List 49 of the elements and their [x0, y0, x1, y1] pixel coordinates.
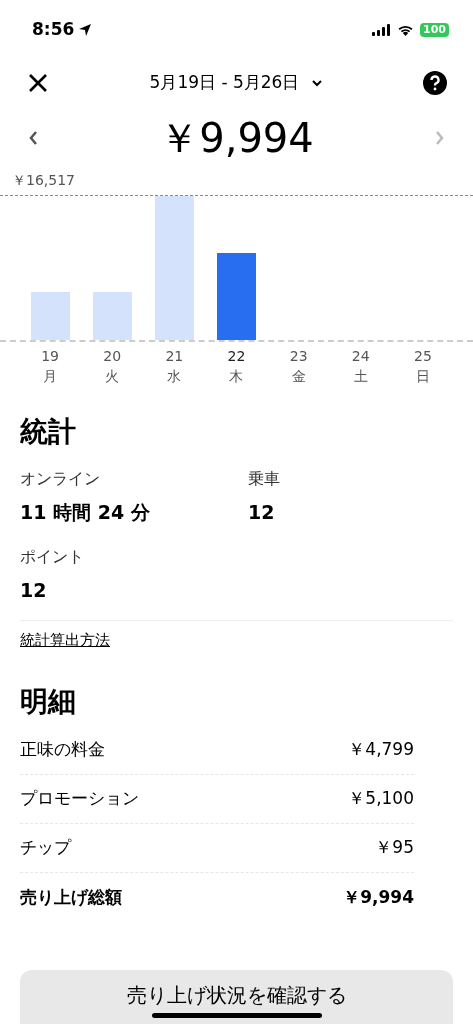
total-amount: ￥9,994 [159, 118, 314, 158]
weekday-label: 日 [415, 367, 430, 386]
weekday-label: 木 [229, 367, 244, 386]
day-number: 22 [227, 347, 246, 366]
weekday-label: 水 [167, 367, 182, 386]
day-number: 21 [165, 347, 184, 366]
day-number: 19 [41, 347, 59, 366]
weekday-label: 土 [353, 367, 368, 386]
next-button[interactable] [435, 130, 445, 146]
weekday-label: 月 [43, 367, 58, 386]
chart-bar[interactable] [92, 292, 132, 340]
stat-label: オンライン [20, 468, 101, 490]
stat-label: ポイント [20, 546, 85, 568]
breakdown-amount: ￥5,100 [348, 787, 414, 811]
date-range-selector[interactable]: 5月19日 - 5月26日 [149, 70, 324, 96]
chart-bar[interactable] [30, 292, 70, 340]
day-number: 20 [103, 347, 122, 366]
breakdown-label: プロモーション [20, 787, 139, 811]
stat-label: 乗車 [248, 468, 281, 490]
breakdown-amount: ￥9,994 [343, 885, 414, 909]
day-number: 24 [351, 347, 370, 366]
breakdown-amount: ￥95 [375, 836, 414, 860]
view-earnings-button[interactable]: 売り上げ状況を確認する [20, 970, 453, 1024]
breakdown-label: 売り上げ総額 [20, 885, 122, 909]
max-earnings-label: ￥16,517 [11, 171, 76, 190]
stat-value: 12 [248, 500, 276, 524]
battery-indicator: 100 [420, 23, 449, 37]
section-title: 統計 [20, 414, 77, 450]
question-mark-icon [429, 75, 441, 91]
wifi-icon [397, 24, 415, 36]
breakdown-label: 正味の料金 [20, 738, 105, 762]
chevron-down-icon [311, 79, 324, 87]
breakdown-label: チップ [20, 836, 71, 860]
chart-bar[interactable] [154, 196, 194, 340]
day-number: 25 [414, 347, 432, 366]
status-time: 8:56 [32, 18, 75, 42]
signal-icon [372, 24, 392, 36]
previous-button[interactable] [28, 130, 38, 146]
location-arrow-icon [78, 23, 93, 37]
stats-method-link[interactable]: 統計算出方法 [20, 629, 110, 652]
help-button[interactable] [423, 71, 447, 95]
breakdown-amount: ￥4,799 [348, 738, 414, 762]
day-number: 23 [289, 347, 308, 366]
stat-value: 12 [20, 578, 48, 602]
section-title: 明細 [20, 684, 77, 720]
weekday-label: 火 [105, 367, 120, 386]
stat-value: 11 時間 24 分 [20, 500, 151, 524]
chart-bar[interactable] [217, 253, 256, 340]
weekday-label: 金 [291, 367, 306, 386]
